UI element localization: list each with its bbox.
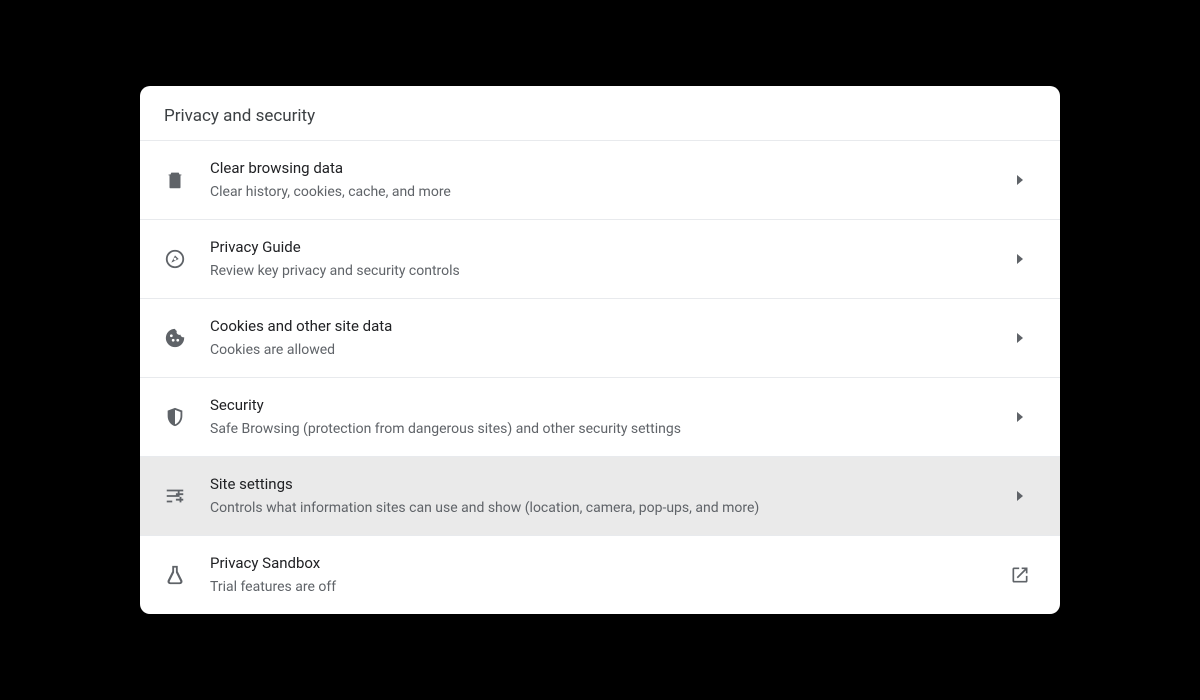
page-title: Privacy and security (140, 86, 1060, 140)
privacy-security-card: Privacy and security Clear browsing data… (140, 86, 1060, 614)
row-title: Privacy Sandbox (210, 553, 1008, 575)
chevron-right-icon (1008, 254, 1032, 264)
sliders-icon (164, 485, 210, 507)
row-text: Cookies and other site data Cookies are … (210, 316, 1008, 360)
external-link-icon (1008, 565, 1032, 585)
cookie-icon (164, 327, 210, 349)
row-title: Clear browsing data (210, 158, 1008, 180)
row-clear-browsing-data[interactable]: Clear browsing data Clear history, cooki… (140, 141, 1060, 220)
row-text: Site settings Controls what information … (210, 474, 1008, 518)
row-text: Privacy Guide Review key privacy and sec… (210, 237, 1008, 281)
chevron-right-icon (1008, 175, 1032, 185)
row-title: Privacy Guide (210, 237, 1008, 259)
settings-list: Clear browsing data Clear history, cooki… (140, 140, 1060, 614)
chevron-right-icon (1008, 491, 1032, 501)
row-site-settings[interactable]: Site settings Controls what information … (140, 457, 1060, 536)
row-title: Site settings (210, 474, 1008, 496)
row-subtitle: Controls what information sites can use … (210, 498, 1008, 518)
chevron-right-icon (1008, 412, 1032, 422)
row-subtitle: Safe Browsing (protection from dangerous… (210, 419, 1008, 439)
row-security[interactable]: Security Safe Browsing (protection from … (140, 378, 1060, 457)
row-text: Privacy Sandbox Trial features are off (210, 553, 1008, 597)
compass-icon (164, 248, 210, 270)
chevron-right-icon (1008, 333, 1032, 343)
row-cookies[interactable]: Cookies and other site data Cookies are … (140, 299, 1060, 378)
row-privacy-sandbox[interactable]: Privacy Sandbox Trial features are off (140, 536, 1060, 614)
row-subtitle: Review key privacy and security controls (210, 261, 1008, 281)
trash-icon (164, 169, 210, 191)
row-privacy-guide[interactable]: Privacy Guide Review key privacy and sec… (140, 220, 1060, 299)
row-text: Security Safe Browsing (protection from … (210, 395, 1008, 439)
row-text: Clear browsing data Clear history, cooki… (210, 158, 1008, 202)
row-subtitle: Clear history, cookies, cache, and more (210, 182, 1008, 202)
row-subtitle: Trial features are off (210, 577, 1008, 597)
row-title: Cookies and other site data (210, 316, 1008, 338)
row-subtitle: Cookies are allowed (210, 340, 1008, 360)
row-title: Security (210, 395, 1008, 417)
flask-icon (164, 564, 210, 586)
shield-icon (164, 406, 210, 428)
